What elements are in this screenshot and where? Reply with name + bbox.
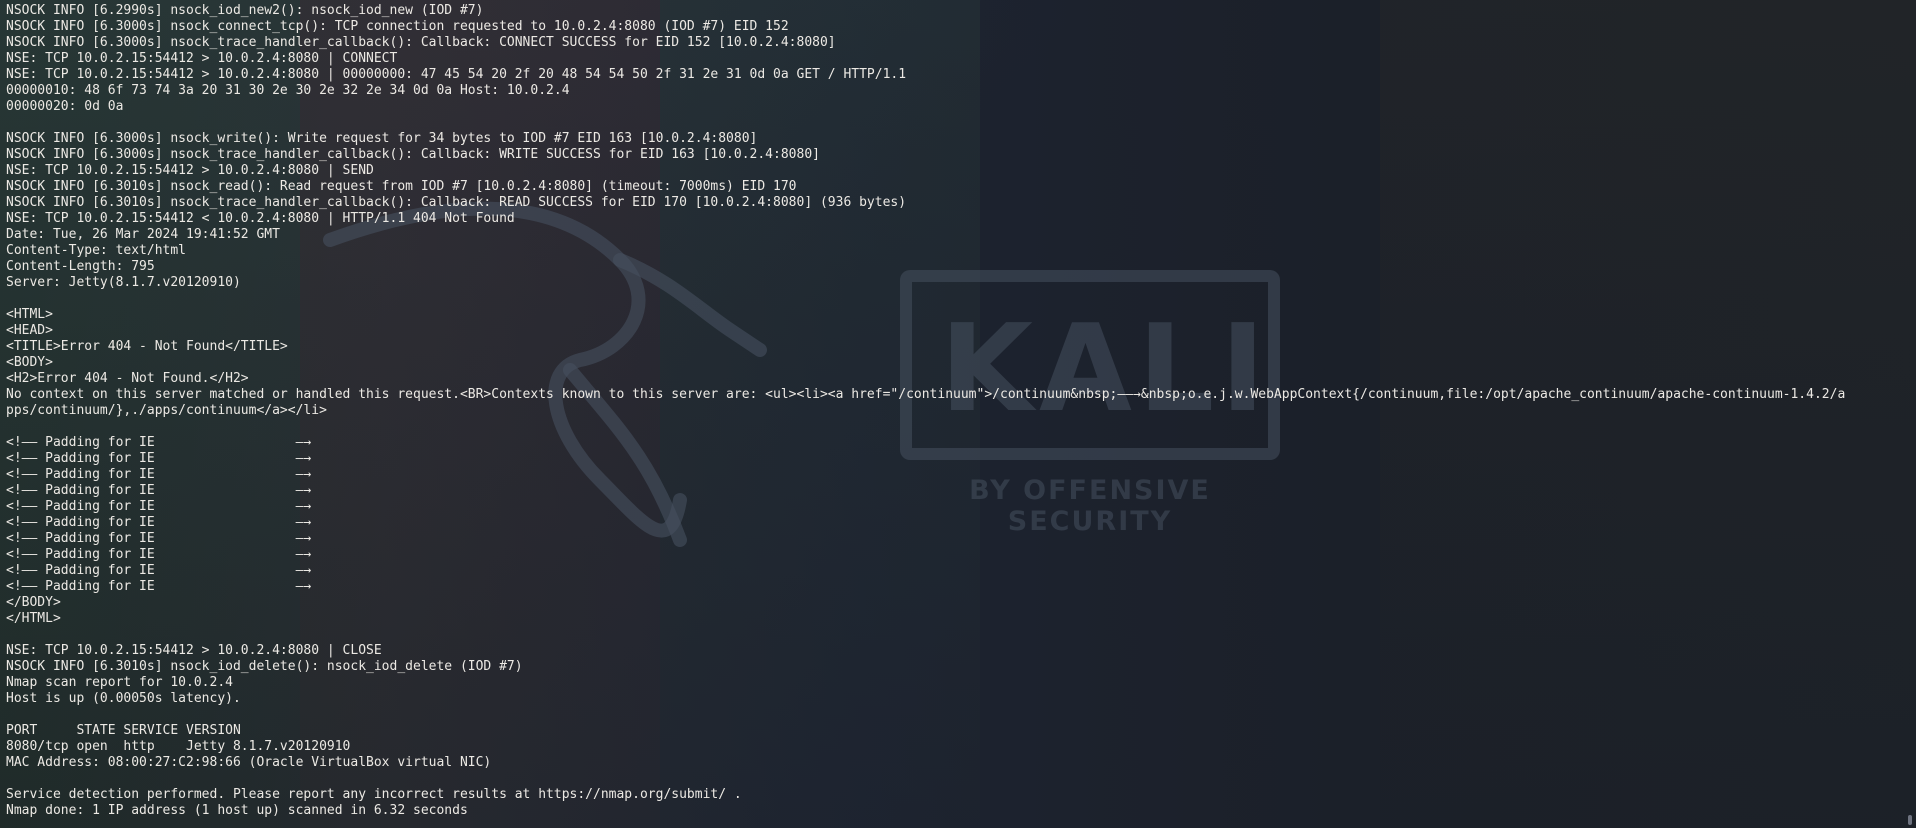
terminal-line: NSOCK INFO [6.3010s] nsock_read(): Read … — [6, 179, 797, 194]
terminal-line: Date: Tue, 26 Mar 2024 19:41:52 GMT — [6, 227, 280, 242]
terminal-line: NSE: TCP 10.0.2.15:54412 > 10.0.2.4:8080… — [6, 51, 398, 66]
terminal-line: NSOCK INFO [6.3010s] nsock_trace_handler… — [6, 195, 907, 210]
terminal-line: <HTML> — [6, 307, 53, 322]
terminal-line: <!—— Padding for IE —→ — [6, 435, 312, 450]
terminal-line: NSOCK INFO [6.3000s] nsock_write(): Writ… — [6, 131, 758, 146]
terminal-line: <!—— Padding for IE —→ — [6, 563, 312, 578]
terminal-line: <!—— Padding for IE —→ — [6, 515, 312, 530]
terminal-line: <!—— Padding for IE —→ — [6, 467, 312, 482]
terminal-line: Host is up (0.00050s latency). — [6, 691, 241, 706]
terminal-output[interactable]: NSOCK INFO [6.2990s] nsock_iod_new2(): n… — [0, 0, 1916, 828]
terminal-line: NSE: TCP 10.0.2.15:54412 > 10.0.2.4:8080… — [6, 67, 907, 82]
terminal-line: <H2>Error 404 - Not Found.</H2> — [6, 371, 249, 386]
terminal-line: </HTML> — [6, 611, 61, 626]
terminal-line: <!—— Padding for IE —→ — [6, 531, 312, 546]
terminal-line: Content-Length: 795 — [6, 259, 155, 274]
terminal-line: Nmap done: 1 IP address (1 host up) scan… — [6, 803, 468, 818]
terminal-line: 8080/tcp open http Jetty 8.1.7.v20120910 — [6, 739, 351, 754]
terminal-line: <!—— Padding for IE —→ — [6, 483, 312, 498]
terminal-line: NSOCK INFO [6.2990s] nsock_iod_new2(): n… — [6, 3, 484, 18]
terminal-scrollbar[interactable] — [1908, 815, 1912, 825]
terminal-line: <!—— Padding for IE —→ — [6, 499, 312, 514]
terminal-line: NSOCK INFO [6.3010s] nsock_iod_delete():… — [6, 659, 523, 674]
terminal-line: NSOCK INFO [6.3000s] nsock_trace_handler… — [6, 147, 820, 162]
terminal-line: 00000020: 0d 0a — [6, 99, 124, 114]
terminal-line: No context on this server matched or han… — [6, 387, 1846, 402]
terminal-line: pps/continuum/},./apps/continuum</a></li… — [6, 403, 327, 418]
terminal-line: Content-Type: text/html — [6, 243, 187, 258]
terminal-line: </BODY> — [6, 595, 61, 610]
terminal-line: Service detection performed. Please repo… — [6, 787, 742, 802]
terminal-line: MAC Address: 08:00:27:C2:98:66 (Oracle V… — [6, 755, 492, 770]
terminal-line: <TITLE>Error 404 - Not Found</TITLE> — [6, 339, 288, 354]
terminal-line: NSE: TCP 10.0.2.15:54412 > 10.0.2.4:8080… — [6, 643, 382, 658]
terminal-line: Nmap scan report for 10.0.2.4 — [6, 675, 233, 690]
terminal-line: <!—— Padding for IE —→ — [6, 579, 312, 594]
terminal-line: <!—— Padding for IE —→ — [6, 451, 312, 466]
terminal-line: Server: Jetty(8.1.7.v20120910) — [6, 275, 241, 290]
terminal-line: NSOCK INFO [6.3000s] nsock_trace_handler… — [6, 35, 836, 50]
terminal-line: 00000010: 48 6f 73 74 3a 20 31 30 2e 30 … — [6, 83, 570, 98]
terminal-line: PORT STATE SERVICE VERSION — [6, 723, 241, 738]
terminal-line: <HEAD> — [6, 323, 53, 338]
terminal-line: NSE: TCP 10.0.2.15:54412 < 10.0.2.4:8080… — [6, 211, 515, 226]
terminal-line: NSE: TCP 10.0.2.15:54412 > 10.0.2.4:8080… — [6, 163, 374, 178]
terminal-line: <!—— Padding for IE —→ — [6, 547, 312, 562]
terminal-line: NSOCK INFO [6.3000s] nsock_connect_tcp()… — [6, 19, 789, 34]
terminal-line: <BODY> — [6, 355, 53, 370]
